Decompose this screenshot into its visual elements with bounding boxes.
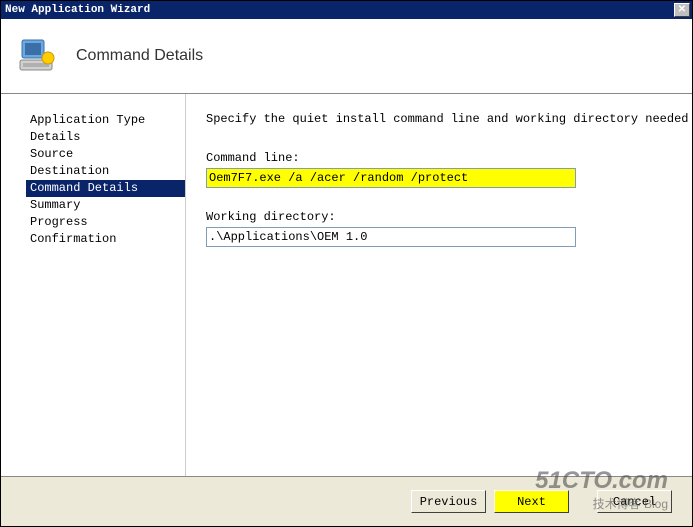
cancel-button[interactable]: Cancel xyxy=(597,490,672,513)
previous-button[interactable]: Previous xyxy=(411,490,486,513)
wizard-body: Application Type Details Source Destinat… xyxy=(1,94,692,476)
sidebar-item-details[interactable]: Details xyxy=(26,129,185,146)
command-line-group: Command line: xyxy=(206,151,682,188)
wizard-content: Specify the quiet install command line a… xyxy=(186,94,692,476)
close-button[interactable]: ✕ xyxy=(674,3,690,17)
wizard-window: New Application Wizard ✕ Command Details… xyxy=(0,0,693,527)
sidebar-item-source[interactable]: Source xyxy=(26,146,185,163)
command-line-input[interactable] xyxy=(206,168,576,188)
command-line-label: Command line: xyxy=(206,151,682,165)
sidebar-item-command-details[interactable]: Command Details xyxy=(26,180,185,197)
wizard-footer: Previous Next Cancel xyxy=(1,476,692,526)
sidebar-item-confirmation[interactable]: Confirmation xyxy=(26,231,185,248)
working-directory-label: Working directory: xyxy=(206,210,682,224)
titlebar: New Application Wizard ✕ xyxy=(1,1,692,19)
sidebar-item-destination[interactable]: Destination xyxy=(26,163,185,180)
computer-icon xyxy=(16,36,56,76)
wizard-header: Command Details xyxy=(1,19,692,94)
page-title: Command Details xyxy=(76,47,203,65)
working-directory-input[interactable] xyxy=(206,227,576,247)
wizard-sidebar: Application Type Details Source Destinat… xyxy=(1,94,186,476)
sidebar-item-application-type[interactable]: Application Type xyxy=(26,112,185,129)
sidebar-item-summary[interactable]: Summary xyxy=(26,197,185,214)
instruction-text: Specify the quiet install command line a… xyxy=(206,112,682,126)
window-title: New Application Wizard xyxy=(3,4,150,16)
sidebar-item-progress[interactable]: Progress xyxy=(26,214,185,231)
next-button[interactable]: Next xyxy=(494,490,569,513)
working-directory-group: Working directory: xyxy=(206,210,682,247)
